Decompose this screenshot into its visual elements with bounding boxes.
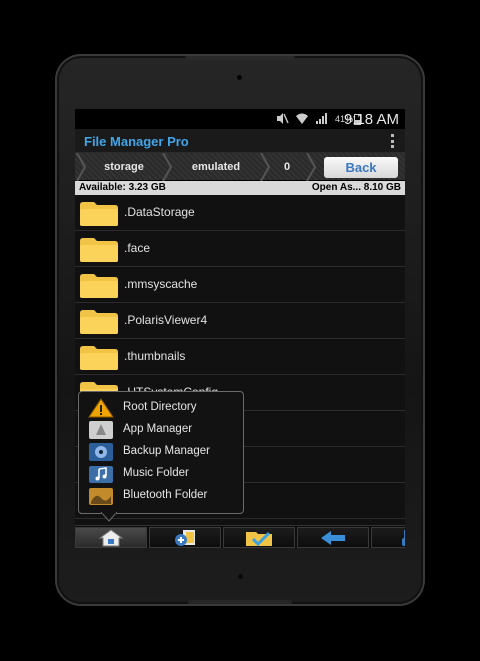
select-button[interactable] xyxy=(223,527,295,548)
status-clock: 9:18 AM xyxy=(343,111,399,128)
file-name: .face xyxy=(124,241,151,255)
app-title: File Manager Pro xyxy=(84,134,189,149)
home-button[interactable] xyxy=(75,527,147,548)
file-name: .mmsyscache xyxy=(124,277,198,291)
signal-icon xyxy=(316,113,327,124)
crumb-separator-icon xyxy=(259,152,273,182)
folder-icon xyxy=(80,238,118,262)
list-item[interactable]: .DataStorage xyxy=(75,195,405,231)
storage-info-bar: Available: 3.23 GB Open As... 8.10 GB xyxy=(75,181,405,195)
home-icon xyxy=(98,528,124,546)
file-name: .PolarisViewer4 xyxy=(124,313,208,327)
list-item[interactable]: .thumbnails xyxy=(75,339,405,375)
more-tools-button[interactable] xyxy=(371,527,405,548)
hand-pointer-icon xyxy=(402,529,405,546)
menu-item-music-folder[interactable]: Music Folder xyxy=(79,463,243,485)
title-bar: File Manager Pro xyxy=(75,129,405,153)
speaker-grille-bottom xyxy=(188,600,292,604)
wifi-icon xyxy=(296,113,308,124)
folder-icon xyxy=(80,274,118,298)
backup-icon xyxy=(89,443,113,461)
breadcrumb-item-emulated[interactable]: emulated xyxy=(175,153,257,181)
status-bar: 41% 9:18 AM xyxy=(75,109,405,129)
open-as-total[interactable]: Open As... 8.10 GB xyxy=(312,182,401,193)
app-manager-icon xyxy=(89,421,113,439)
folder-icon xyxy=(80,310,118,334)
list-item[interactable]: .PolarisViewer4 xyxy=(75,303,405,339)
sensor-dot xyxy=(238,574,243,579)
list-item[interactable]: .face xyxy=(75,231,405,267)
available-space: Available: 3.23 GB xyxy=(79,182,166,193)
breadcrumb: storage emulated 0 Back xyxy=(75,152,405,182)
arrow-left-icon xyxy=(321,530,345,545)
mute-icon xyxy=(277,113,289,124)
menu-item-bluetooth-folder[interactable]: Bluetooth Folder xyxy=(79,485,243,507)
bluetooth-folder-icon xyxy=(89,488,113,505)
back-nav-button[interactable] xyxy=(297,527,369,548)
menu-item-app-manager[interactable]: App Manager xyxy=(79,419,243,441)
front-camera xyxy=(237,75,242,80)
crumb-separator-icon xyxy=(305,152,319,182)
bottom-toolbar xyxy=(75,525,405,548)
check-folder-icon xyxy=(246,531,272,546)
crumb-separator-icon xyxy=(161,152,175,182)
list-item[interactable]: .mmsyscache xyxy=(75,267,405,303)
music-folder-icon xyxy=(89,466,113,483)
speaker-grille-top xyxy=(185,56,295,60)
new-item-button[interactable] xyxy=(149,527,221,548)
warning-icon xyxy=(88,398,114,418)
screen: 41% 9:18 AM File Manager Pro storage emu… xyxy=(75,109,405,548)
folder-icon xyxy=(80,202,118,226)
file-name: .DataStorage xyxy=(124,205,195,219)
quick-access-popup: Root Directory App Manager Backup Manage… xyxy=(78,391,244,514)
overflow-menu-icon[interactable] xyxy=(391,134,395,148)
breadcrumb-item-storage[interactable]: storage xyxy=(89,153,159,181)
folder-icon xyxy=(80,346,118,370)
file-name: .thumbnails xyxy=(124,349,186,363)
back-button[interactable]: Back xyxy=(324,157,398,178)
add-file-icon xyxy=(175,529,195,546)
crumb-separator-icon xyxy=(75,152,89,182)
menu-item-backup-manager[interactable]: Backup Manager xyxy=(79,441,243,463)
popup-pointer xyxy=(101,512,117,522)
breadcrumb-item-0[interactable]: 0 xyxy=(273,153,301,181)
menu-item-root-directory[interactable]: Root Directory xyxy=(79,397,243,419)
